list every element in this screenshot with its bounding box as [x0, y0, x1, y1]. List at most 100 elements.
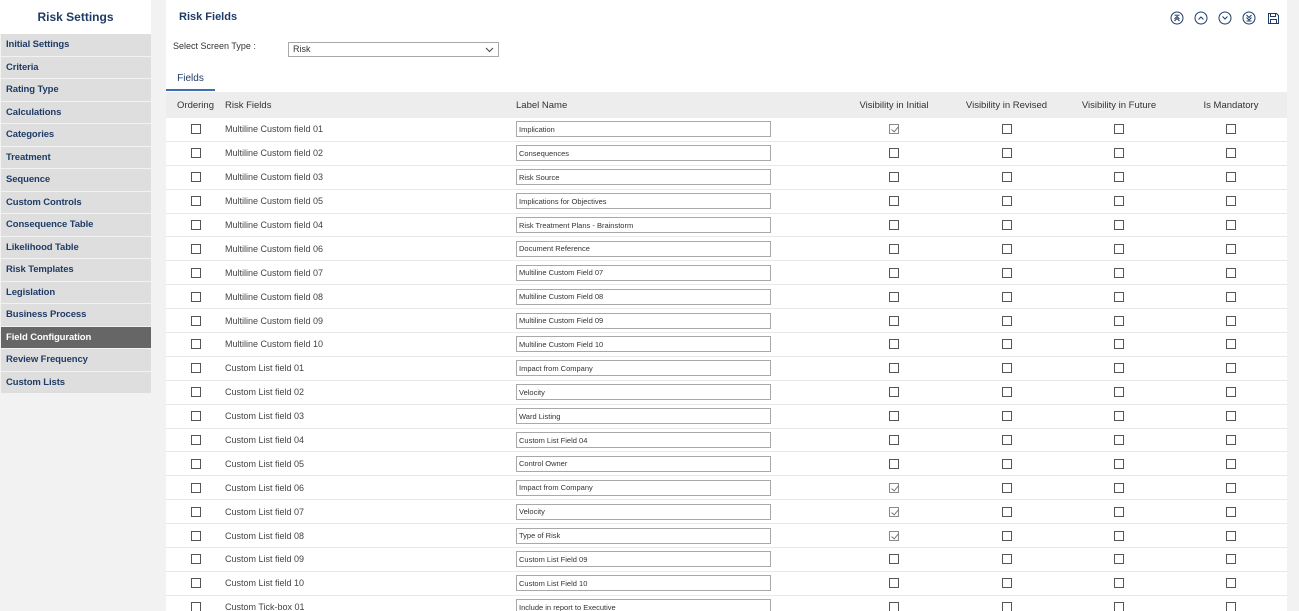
sidebar-item-sequence[interactable]: Sequence	[1, 169, 151, 191]
visibility-revised-checkbox[interactable]	[1001, 172, 1012, 183]
visibility-future-checkbox[interactable]	[1114, 267, 1124, 278]
is-mandatory-checkbox[interactable]	[1226, 220, 1236, 230]
ordering-checkbox[interactable]	[190, 196, 201, 207]
visibility-initial-checkbox[interactable]	[889, 196, 899, 207]
visibility-initial-checkbox[interactable]	[889, 172, 899, 183]
sidebar-item-business-process[interactable]: Business Process	[1, 304, 151, 326]
visibility-revised-checkbox[interactable]	[1001, 530, 1012, 541]
sidebar-item-calculations[interactable]: Calculations	[1, 101, 151, 123]
screen-type-select[interactable]: Risk	[288, 42, 499, 57]
visibility-revised-checkbox[interactable]	[1001, 363, 1012, 374]
visibility-future-checkbox[interactable]	[1114, 602, 1124, 611]
visibility-revised-checkbox[interactable]	[1001, 435, 1012, 446]
visibility-initial-checkbox[interactable]	[889, 243, 899, 254]
visibility-future-checkbox[interactable]	[1114, 482, 1124, 493]
sidebar-item-review-frequency[interactable]: Review Frequency	[1, 349, 151, 371]
visibility-initial-checkbox[interactable]	[889, 363, 899, 374]
move-down-icon[interactable]	[1217, 10, 1233, 26]
is-mandatory-checkbox[interactable]	[1226, 172, 1236, 183]
ordering-checkbox[interactable]	[190, 148, 201, 159]
visibility-future-checkbox[interactable]	[1114, 458, 1124, 469]
label-name-input[interactable]	[516, 193, 771, 210]
label-name-input[interactable]	[516, 264, 771, 281]
move-up-icon[interactable]	[1193, 10, 1209, 26]
visibility-future-checkbox[interactable]	[1114, 196, 1124, 207]
is-mandatory-checkbox[interactable]	[1226, 363, 1236, 374]
sidebar-item-legislation[interactable]: Legislation	[1, 281, 151, 303]
visibility-revised-checkbox[interactable]	[1001, 148, 1012, 159]
visibility-future-checkbox[interactable]	[1114, 530, 1124, 541]
label-name-input[interactable]	[516, 336, 771, 353]
visibility-revised-checkbox[interactable]	[1001, 315, 1012, 326]
sidebar-item-field-configuration[interactable]: Field Configuration	[1, 326, 151, 348]
label-name-input[interactable]	[516, 121, 771, 138]
ordering-checkbox[interactable]	[190, 482, 201, 493]
is-mandatory-checkbox[interactable]	[1226, 458, 1236, 469]
visibility-initial-checkbox[interactable]	[889, 148, 899, 159]
label-name-input[interactable]	[516, 360, 771, 377]
label-name-input[interactable]	[516, 217, 771, 233]
ordering-checkbox[interactable]	[190, 458, 201, 469]
ordering-checkbox[interactable]	[190, 506, 201, 517]
tab-fields[interactable]: Fields	[166, 68, 215, 91]
visibility-future-checkbox[interactable]	[1114, 124, 1124, 135]
is-mandatory-checkbox[interactable]	[1226, 291, 1236, 302]
label-name-input[interactable]	[516, 432, 771, 449]
visibility-initial-checkbox[interactable]	[889, 387, 899, 398]
visibility-initial-checkbox[interactable]	[889, 339, 899, 350]
visibility-future-checkbox[interactable]	[1114, 220, 1124, 230]
is-mandatory-checkbox[interactable]	[1226, 267, 1236, 278]
ordering-checkbox[interactable]	[190, 435, 201, 446]
visibility-revised-checkbox[interactable]	[1001, 291, 1012, 302]
ordering-checkbox[interactable]	[190, 220, 201, 230]
visibility-future-checkbox[interactable]	[1114, 148, 1124, 159]
is-mandatory-checkbox[interactable]	[1226, 339, 1236, 350]
label-name-input[interactable]	[516, 240, 771, 257]
is-mandatory-checkbox[interactable]	[1226, 315, 1236, 326]
visibility-initial-checkbox[interactable]	[889, 411, 899, 422]
sidebar-item-custom-controls[interactable]: Custom Controls	[1, 191, 151, 213]
label-name-input[interactable]	[516, 599, 771, 611]
is-mandatory-checkbox[interactable]	[1226, 435, 1236, 446]
is-mandatory-checkbox[interactable]	[1226, 243, 1236, 254]
label-name-input[interactable]	[516, 479, 771, 496]
ordering-checkbox[interactable]	[190, 243, 201, 254]
is-mandatory-checkbox[interactable]	[1226, 554, 1236, 565]
visibility-future-checkbox[interactable]	[1114, 339, 1124, 350]
ordering-checkbox[interactable]	[190, 554, 201, 565]
visibility-initial-checkbox[interactable]	[889, 435, 899, 446]
visibility-future-checkbox[interactable]	[1114, 435, 1124, 446]
visibility-initial-checkbox[interactable]	[889, 602, 899, 611]
label-name-input[interactable]	[516, 384, 771, 401]
is-mandatory-checkbox[interactable]	[1226, 482, 1236, 493]
visibility-future-checkbox[interactable]	[1114, 578, 1124, 589]
visibility-initial-checkbox[interactable]	[889, 578, 899, 589]
sidebar-item-custom-lists[interactable]: Custom Lists	[1, 371, 151, 393]
is-mandatory-checkbox[interactable]	[1226, 124, 1236, 135]
move-bottom-icon[interactable]	[1241, 10, 1257, 26]
visibility-revised-checkbox[interactable]	[1001, 267, 1012, 278]
label-name-input[interactable]	[516, 169, 771, 186]
visibility-initial-checkbox[interactable]	[889, 554, 899, 565]
ordering-checkbox[interactable]	[190, 578, 201, 589]
visibility-future-checkbox[interactable]	[1114, 291, 1124, 302]
visibility-initial-checkbox[interactable]	[889, 530, 899, 541]
ordering-checkbox[interactable]	[190, 363, 201, 374]
sidebar-item-risk-templates[interactable]: Risk Templates	[1, 259, 151, 281]
visibility-revised-checkbox[interactable]	[1001, 124, 1012, 135]
visibility-initial-checkbox[interactable]	[889, 482, 899, 493]
ordering-checkbox[interactable]	[190, 411, 201, 422]
visibility-future-checkbox[interactable]	[1114, 387, 1124, 398]
visibility-revised-checkbox[interactable]	[1001, 602, 1012, 611]
label-name-input[interactable]	[516, 527, 771, 544]
sidebar-item-treatment[interactable]: Treatment	[1, 146, 151, 168]
ordering-checkbox[interactable]	[190, 291, 201, 302]
visibility-initial-checkbox[interactable]	[889, 267, 899, 278]
visibility-revised-checkbox[interactable]	[1001, 339, 1012, 350]
sidebar-item-rating-type[interactable]: Rating Type	[1, 79, 151, 101]
visibility-revised-checkbox[interactable]	[1001, 411, 1012, 422]
visibility-revised-checkbox[interactable]	[1001, 243, 1012, 254]
visibility-future-checkbox[interactable]	[1114, 243, 1124, 254]
visibility-future-checkbox[interactable]	[1114, 363, 1124, 374]
visibility-revised-checkbox[interactable]	[1001, 458, 1012, 469]
